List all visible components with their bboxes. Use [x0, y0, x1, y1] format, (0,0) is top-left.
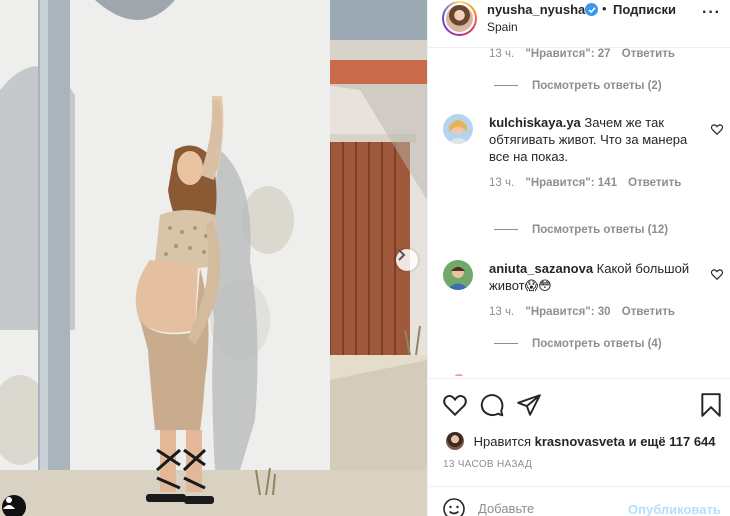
comment-likes[interactable]: "Нравится": 30 — [525, 306, 610, 318]
photo-illustration — [0, 0, 427, 516]
tagged-user-button[interactable] — [2, 495, 26, 516]
comment-meta: 13 ч. "Нравится": 27 Ответить — [489, 48, 683, 60]
post-photo[interactable] — [0, 0, 427, 516]
liker-username[interactable]: krasnovasveta — [535, 434, 625, 449]
heart-icon[interactable] — [710, 267, 724, 281]
comment-likes[interactable]: "Нравится": 141 — [525, 177, 617, 189]
comment-time: 13 ч. — [489, 177, 515, 189]
likes-summary: Нравится krasnovasveta и ещё 117 644 — [446, 432, 716, 450]
verified-badge-icon — [585, 3, 598, 16]
post-side-panel: nyusha_nyusha • Подписки Spain ··· 13 ч.… — [427, 0, 730, 516]
likes-prefix: Нравится — [473, 434, 531, 449]
commenter-avatar[interactable] — [443, 260, 473, 290]
post-timestamp[interactable]: 13 ЧАСОВ НАЗАД — [443, 459, 532, 470]
action-bar — [428, 378, 730, 428]
comment-meta: 13 ч. "Нравится": 30 Ответить — [489, 306, 683, 318]
comments-list[interactable]: 13 ч. "Нравится": 27 Ответить Посмотреть… — [428, 48, 730, 378]
author-avatar[interactable] — [442, 1, 477, 36]
author-username[interactable]: nyusha_nyusha — [487, 2, 585, 17]
comment-meta: 13 ч. "Нравится": 141 Ответить — [489, 177, 689, 189]
emoji-icon[interactable] — [442, 497, 466, 516]
next-photo-button[interactable] — [396, 249, 418, 271]
commenter-username[interactable]: aniuta_sazanova — [489, 261, 593, 276]
bookmark-icon[interactable] — [698, 392, 724, 418]
comment-icon[interactable] — [479, 392, 505, 418]
heart-icon[interactable] — [442, 392, 468, 418]
more-dots-icon[interactable]: ··· — [702, 4, 721, 22]
heart-icon[interactable] — [710, 122, 724, 136]
reply-button[interactable]: Ответить — [622, 48, 675, 60]
view-replies-button[interactable]: Посмотреть ответы (12) — [494, 224, 668, 236]
comment-text: aniuta_sazanova Какой большой живот😱😳 — [489, 260, 701, 294]
view-replies-button[interactable]: Посмотреть ответы (4) — [494, 338, 662, 350]
commenter-username[interactable]: kulchiskaya.ya — [489, 115, 581, 130]
view-replies-button[interactable]: Посмотреть ответы (2) — [494, 80, 662, 92]
reply-button[interactable]: Ответить — [628, 177, 681, 189]
chevron-right-icon — [398, 249, 406, 261]
header-separator: • — [602, 1, 607, 16]
liker-avatar[interactable] — [446, 432, 464, 450]
commenter-avatar[interactable] — [443, 114, 473, 144]
comment-time: 13 ч. — [489, 48, 515, 60]
post-location[interactable]: Spain — [487, 20, 518, 34]
comment-text: kulchiskaya.ya Зачем же так обтягивать ж… — [489, 114, 701, 165]
add-comment-bar: Опубликовать — [428, 486, 730, 516]
user-icon — [3, 497, 15, 509]
share-icon[interactable] — [516, 392, 542, 418]
post-header: nyusha_nyusha • Подписки Spain ··· — [428, 0, 730, 48]
reply-button[interactable]: Ответить — [622, 306, 675, 318]
comment-likes[interactable]: "Нравится": 27 — [525, 48, 610, 60]
comment-time: 13 ч. — [489, 306, 515, 318]
likes-count[interactable]: и ещё 117 644 — [629, 434, 716, 449]
publish-button[interactable]: Опубликовать — [628, 502, 721, 516]
following-button[interactable]: Подписки — [613, 2, 676, 17]
